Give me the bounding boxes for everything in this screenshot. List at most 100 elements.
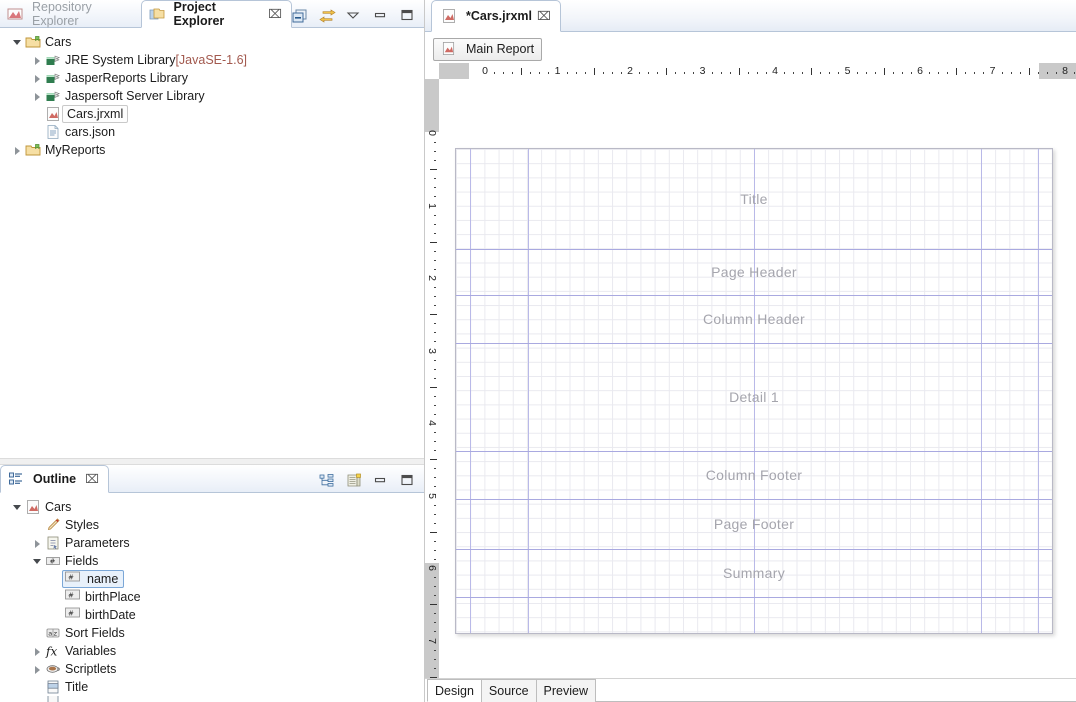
expand-arrow-icon[interactable] [32,91,43,102]
band-separator[interactable] [456,499,1052,500]
band-separator[interactable] [456,249,1052,250]
ruler-tick [965,72,967,74]
field-icon: # [65,589,81,605]
ruler-tick [784,72,786,74]
outline-item-variables[interactable]: fx Variables [0,642,424,660]
outline-item-label: name [87,572,119,586]
outline-item-partial[interactable] [0,696,424,702]
outline-item-name[interactable]: # name [0,570,424,588]
band-separator[interactable] [456,343,1052,344]
close-icon[interactable]: ⌧ [537,9,551,23]
outline-item-birthdate[interactable]: # birthDate [0,606,424,624]
maximize-icon[interactable] [400,473,416,489]
ruler-tick [434,513,436,515]
ruler-tick [434,323,436,325]
report-editor: *Cars.jrxml ⌧ Main Report 01234567 8 0 1… [424,0,1076,702]
close-icon[interactable]: ⌧ [85,472,99,486]
tree-item-cars[interactable]: Cars [0,33,424,51]
tree-hierarchy-icon[interactable] [319,473,335,489]
ruler-tick [838,72,840,74]
tab-cars-jrxml[interactable]: *Cars.jrxml ⌧ [431,0,561,32]
vertical-ruler-ticks: 0 1 2 3 4 5 6 7 [425,79,439,678]
band-separator[interactable] [456,295,1052,296]
outline-item-title-band[interactable]: Title [0,678,424,696]
outline-item-sort-fields[interactable]: a z Sort Fields [0,624,424,642]
page-layout-icon[interactable] [346,473,362,489]
outline-tree[interactable]: Cars Styles Parameters # Fields # name #… [0,493,424,702]
ruler-tick [1037,72,1039,74]
ruler-tick [802,72,804,74]
close-icon[interactable]: ⌧ [268,7,282,21]
scriptlets-coffee-icon [45,661,61,677]
tree-item-jaspersoft-server-library[interactable]: Jaspersoft Server Library [0,87,424,105]
horizontal-ruler-ticks: 0 1 2 3 4 5 6 7 8 [439,63,1076,79]
ruler-tick [521,68,523,75]
maximize-icon[interactable] [400,8,416,24]
ruler-tick [434,450,436,452]
ruler-tick [593,68,595,75]
outline-item-cars[interactable]: Cars [0,498,424,516]
outline-icon [8,471,24,487]
ruler-tick [430,676,437,678]
expand-arrow-icon[interactable] [32,538,43,549]
jrxml-file-icon [441,41,457,57]
outline-item-birthplace[interactable]: # birthPlace [0,588,424,606]
band-separator[interactable] [456,549,1052,550]
left-panel-column: Repository Explorer Project Explorer ⌧ C… [0,0,424,702]
report-page[interactable]: Title Page Header Column Header Detail 1 Col… [455,148,1053,634]
collapse-all-icon[interactable] [292,8,308,24]
expand-arrow-icon[interactable] [32,556,43,567]
band-separator[interactable] [456,451,1052,452]
project-explorer-tree[interactable]: Cars JRE System Library [JavaSE-1.6] Jas… [0,28,424,459]
expand-arrow-icon[interactable] [32,664,43,675]
tree-item-jre-system-library[interactable]: JRE System Library [JavaSE-1.6] [0,51,424,69]
tree-item-jasperreports-library[interactable]: JasperReports Library [0,69,424,87]
tab-preview[interactable]: Preview [535,679,596,702]
ruler-tick [434,196,436,198]
view-menu-icon[interactable] [346,8,362,24]
expand-arrow-icon[interactable] [12,145,23,156]
tree-item-myreports[interactable]: MyReports [0,141,424,159]
outline-item-scriptlets[interactable]: Scriptlets [0,660,424,678]
tab-design[interactable]: Design [427,679,482,702]
tab-project-explorer[interactable]: Project Explorer ⌧ [140,0,292,28]
outline-item-fields[interactable]: # Fields [0,552,424,570]
ruler-tick [675,72,677,74]
link-with-editor-icon[interactable] [319,8,336,24]
ruler-tick [434,151,436,153]
ruler-tick [434,595,436,597]
repository-icon [7,6,23,22]
band-separator[interactable] [456,597,1052,598]
ruler-tick [648,72,650,74]
ruler-tick [811,68,813,75]
expand-arrow-icon[interactable] [12,502,23,513]
tab-repository-explorer[interactable]: Repository Explorer [0,0,141,28]
tab-source[interactable]: Source [480,679,537,702]
design-canvas-area[interactable]: 0 1 2 3 4 5 6 7 8 0 1 2 3 4 5 6 7 Title Page Header Colum… [425,63,1076,678]
outline-item-parameters[interactable]: Parameters [0,534,424,552]
tree-item-cars-jrxml[interactable]: Cars.jrxml [0,105,424,123]
expand-arrow-icon[interactable] [32,55,43,66]
outline-item-styles[interactable]: Styles [0,516,424,534]
panel-sash[interactable] [0,458,424,465]
tree-item-suffix: [JavaSE-1.6] [175,53,248,67]
svg-text:fx: fx [45,645,57,659]
field-icon: # [65,571,81,587]
expand-arrow-icon[interactable] [32,646,43,657]
ruler-tick [434,477,436,479]
ruler-tick-label: 2 [426,275,438,281]
project-explorer-tabbar: Repository Explorer Project Explorer ⌧ [0,0,424,28]
expand-arrow-icon[interactable] [32,73,43,84]
outline-toolbar [319,473,424,492]
design-canvas[interactable]: Title Page Header Column Header Detail 1 Col… [439,79,1076,678]
tree-item-cars-json[interactable]: cars.json [0,123,424,141]
main-report-button[interactable]: Main Report [433,37,543,61]
tab-outline[interactable]: Outline ⌧ [0,465,109,493]
library-icon [45,88,61,104]
minimize-icon[interactable] [373,473,389,489]
editor-tab-label: *Cars.jrxml [466,9,533,23]
tree-item-label: Cars.jrxml [62,105,129,123]
expand-arrow-icon[interactable] [12,37,23,48]
editor-toolbar: Main Report [425,32,1076,63]
minimize-icon[interactable] [373,8,389,24]
